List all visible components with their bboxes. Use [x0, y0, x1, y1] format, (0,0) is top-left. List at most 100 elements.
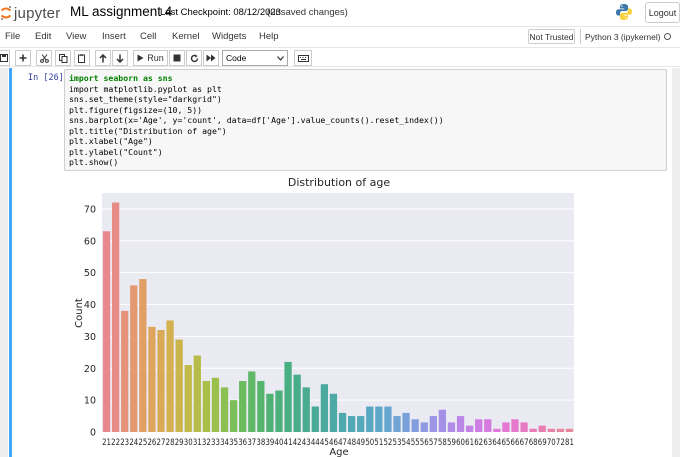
jupyter-logo[interactable]: jupyter	[0, 3, 60, 23]
notebook-title[interactable]: ML assignment 4	[70, 4, 172, 19]
x-tick-label: 62	[474, 438, 483, 448]
bar-age-64	[493, 428, 501, 432]
bar-age-59	[447, 422, 456, 432]
bar-age-32	[202, 381, 211, 432]
save-button[interactable]	[0, 50, 10, 66]
y-tick-label: 60	[84, 236, 96, 247]
bar-age-60	[456, 416, 465, 432]
code-line: sns.set_theme(style="darkgrid")	[69, 94, 222, 104]
keyboard-icon	[297, 54, 309, 62]
x-tick-label: 50	[365, 438, 374, 448]
bar-age-61	[465, 425, 474, 432]
interrupt-button[interactable]	[169, 50, 185, 66]
x-tick-label: 69	[538, 438, 547, 448]
bar-age-22	[111, 202, 120, 432]
bar-age-57	[429, 416, 437, 432]
x-axis-label: Age	[329, 447, 348, 457]
command-palette-button[interactable]	[294, 50, 312, 66]
arrow-up-icon	[99, 53, 107, 63]
bar-age-48	[347, 416, 356, 432]
x-tick-label: 56	[420, 438, 429, 448]
restart-icon	[190, 54, 199, 63]
x-tick-label: 30	[184, 438, 193, 448]
restart-button[interactable]	[186, 50, 202, 66]
x-tick-label: 36	[238, 438, 247, 448]
y-tick-label: 50	[84, 268, 96, 279]
x-tick-label: 33	[211, 438, 220, 448]
bar-age-81	[565, 428, 574, 432]
x-tick-label: 21	[102, 438, 111, 448]
code-line-8: plt.show()	[69, 157, 119, 167]
code-editor[interactable]: import seaborn as sns import matplotlib.…	[64, 69, 667, 171]
menu-kernel[interactable]: Kernel	[172, 31, 199, 42]
logout-button[interactable]: Logout	[645, 2, 680, 23]
paste-icon	[77, 53, 87, 63]
x-tick-label: 59	[447, 438, 456, 448]
bar-age-63	[484, 419, 492, 432]
menu-widgets[interactable]: Widgets	[212, 31, 246, 42]
trusted-indicator[interactable]: Not Trusted	[528, 29, 575, 44]
x-tick-label: 70	[547, 438, 556, 448]
code-line: import seaborn as sns	[69, 73, 173, 83]
menu-file[interactable]: File	[5, 31, 20, 42]
code-line-6: plt.xlabel("Age")	[69, 136, 153, 146]
x-tick-label: 35	[229, 438, 238, 448]
x-tick-label: 43	[302, 438, 311, 448]
paste-button[interactable]	[74, 50, 90, 66]
x-tick-label: 66	[511, 438, 520, 448]
code-line-3: plt.figure(figsize=(10, 5))	[69, 104, 203, 115]
code-line: plt.ylabel("Count")	[69, 147, 163, 157]
x-tick-label: 55	[411, 438, 420, 448]
bar-age-38	[257, 381, 265, 432]
x-tick-label: 53	[393, 438, 402, 448]
run-button[interactable]: Run	[133, 50, 168, 66]
fast-forward-icon	[206, 54, 216, 62]
cell-type-select[interactable]: Code	[222, 50, 288, 66]
bar-age-30	[184, 365, 192, 432]
y-tick-label: 10	[84, 396, 96, 407]
x-tick-label: 26	[147, 438, 156, 448]
bar-age-25	[139, 279, 147, 432]
code-line-4: sns.barplot(x='Age', y='count', data=df[…	[69, 115, 444, 125]
menu-view[interactable]: View	[66, 31, 86, 42]
x-tick-label: 24	[129, 438, 138, 448]
chart-title: Distribution of age	[288, 176, 390, 189]
cut-button[interactable]	[36, 50, 52, 66]
x-tick-label: 60	[456, 438, 465, 448]
bar-chart: Distribution of age 0 10 20 30 40 50 60 70 21 22…	[74, 176, 574, 457]
menu-help[interactable]: Help	[259, 31, 279, 42]
code-line: plt.figure(figsize=(10, 5))	[69, 105, 202, 115]
bar-age-65	[502, 422, 510, 432]
stop-icon	[173, 54, 181, 62]
x-tick-label: 54	[402, 438, 411, 448]
copy-button[interactable]	[55, 50, 71, 66]
insert-cell-button[interactable]	[15, 50, 31, 66]
y-tick-label: 70	[84, 204, 96, 215]
x-tick-label: 42	[293, 438, 302, 448]
x-tick-label: 38	[256, 438, 265, 448]
y-axis-ticks: 0 10 20 30 40 50 60 70	[84, 204, 96, 438]
bar-age-44	[311, 406, 319, 432]
code-line: plt.title("Distribution of age")	[69, 126, 227, 136]
code-line-5: plt.title("Distribution of age")	[69, 125, 227, 136]
code-line-2: sns.set_theme(style="darkgrid")	[69, 94, 222, 104]
notebook-area: In [26]: import seaborn as sns import ma…	[0, 68, 680, 457]
bar-age-37	[248, 371, 256, 432]
bar-age-45	[320, 384, 329, 432]
x-tick-label: 49	[356, 438, 365, 448]
bar-age-21	[102, 231, 111, 432]
bar-age-52	[384, 406, 392, 432]
copy-icon	[58, 53, 68, 63]
kernel-indicator[interactable]: Python 3 (ipykernel)	[580, 29, 674, 44]
y-tick-label: 30	[84, 332, 96, 343]
logo-text: jupyter	[14, 4, 61, 22]
bar-age-62	[475, 419, 483, 432]
menu-edit[interactable]: Edit	[35, 31, 51, 42]
bar-age-69	[538, 425, 546, 432]
menu-insert[interactable]: Insert	[102, 31, 126, 42]
x-tick-label: 34	[220, 438, 229, 448]
move-down-button[interactable]	[112, 50, 128, 66]
menu-cell[interactable]: Cell	[140, 31, 156, 42]
restart-run-all-button[interactable]	[203, 50, 219, 66]
move-up-button[interactable]	[95, 50, 111, 66]
